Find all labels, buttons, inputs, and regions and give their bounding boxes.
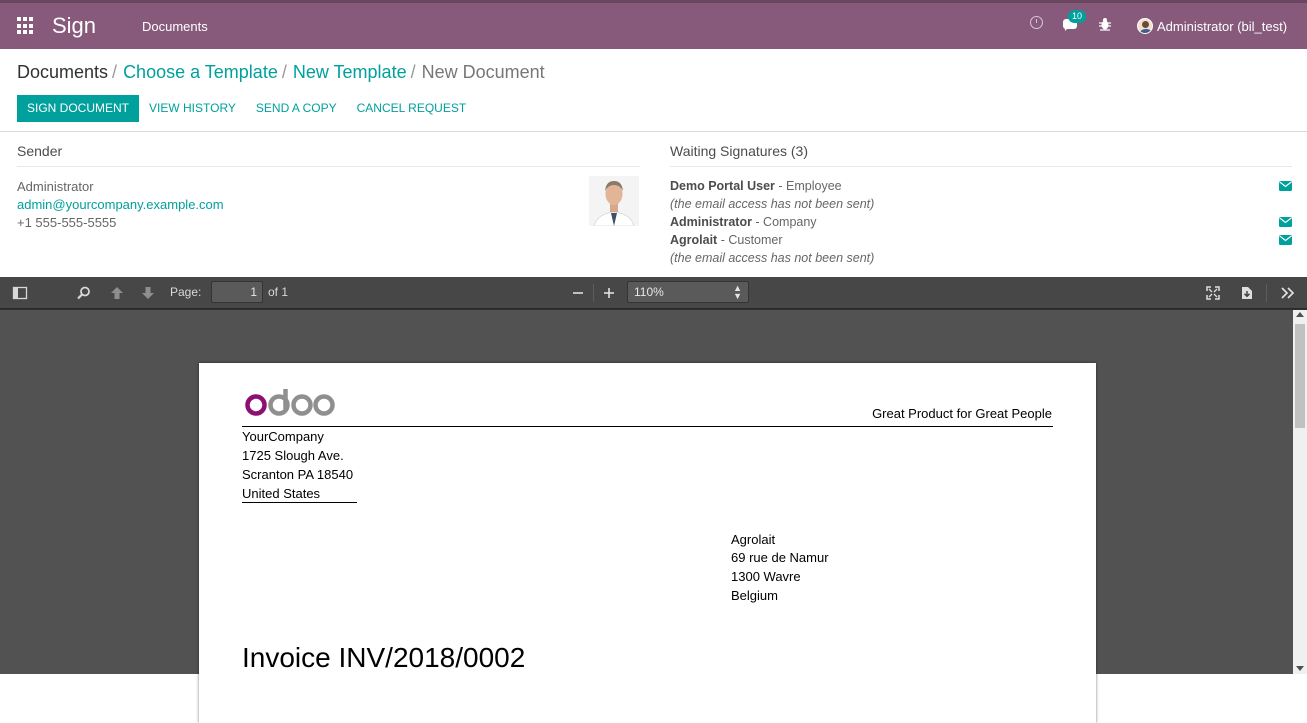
page-total: of 1	[268, 285, 289, 299]
signer-note: (the email access has not been sent)	[670, 197, 875, 211]
breadcrumb-choose-template[interactable]: Choose a Template	[123, 62, 278, 82]
breadcrumb-separator: /	[112, 62, 118, 82]
zoom-select[interactable]: 110% ▲ ▼	[627, 281, 749, 303]
company-tagline: Great Product for Great People	[872, 406, 1052, 421]
waiting-title-divider	[670, 166, 1292, 167]
scroll-thumb[interactable]	[1295, 324, 1305, 428]
search-icon[interactable]	[76, 285, 92, 301]
resend-email-icon[interactable]	[1279, 181, 1292, 191]
invoice-title: Invoice INV/2018/0002	[242, 642, 526, 673]
top-navbar: Sign Documents 10 Administrator (bil_tes…	[0, 0, 1307, 49]
tools-menu-icon[interactable]	[1280, 285, 1296, 301]
sender-email-link[interactable]: admin@yourcompany.example.com	[17, 197, 224, 212]
sender-title-divider	[17, 166, 640, 167]
toolbar-separator	[593, 284, 594, 302]
zoom-value: 110%	[634, 285, 664, 299]
sender-title: Sender	[17, 143, 63, 159]
customer-address-line: 69 rue de Namur	[731, 550, 829, 565]
sign-document-button[interactable]: SIGN DOCUMENT	[17, 95, 139, 122]
address-underline	[242, 502, 357, 503]
user-menu-name[interactable]: Administrator (bil_test)	[1157, 19, 1287, 34]
breadcrumb-documents[interactable]: Documents	[17, 62, 108, 82]
company-address-line: 1725 Slough Ave.	[242, 448, 344, 463]
scroll-down-arrow-icon[interactable]	[1296, 666, 1304, 671]
pdf-toolbar: Page: 1 of 1 110% ▲ ▼	[0, 277, 1307, 309]
signer-name: Demo Portal User	[670, 179, 775, 193]
customer-address-line: 1300 Wavre	[731, 569, 801, 584]
pdf-scroll-area[interactable]: Great Product for Great People YourCompa…	[0, 310, 1293, 723]
breadcrumb-separator: /	[281, 62, 287, 82]
menu-documents[interactable]: Documents	[142, 19, 208, 34]
breadcrumb-new-document: New Document	[421, 62, 545, 82]
signer-role: - Company	[751, 215, 817, 229]
activity-clock-icon[interactable]	[1030, 16, 1043, 29]
signer-role: - Employee	[774, 179, 842, 193]
resend-email-icon[interactable]	[1279, 235, 1292, 245]
messaging-counter-badge: 10	[1068, 10, 1086, 23]
sender-name: Administrator	[17, 179, 94, 194]
breadcrumb: Documents / Choose a Template / New Template…	[17, 62, 545, 83]
company-address-line: United States	[242, 486, 321, 501]
zoom-in-icon[interactable]	[601, 285, 617, 301]
page-number-input[interactable]: 1	[211, 281, 263, 303]
signer-name: Administrator	[670, 215, 752, 229]
cancel-request-button[interactable]: CANCEL REQUEST	[347, 95, 477, 122]
pdf-page: Great Product for Great People YourCompa…	[199, 363, 1096, 723]
company-address-line: YourCompany	[242, 429, 324, 444]
signer-row: Agrolait - Customer	[670, 233, 783, 247]
header-rule	[242, 426, 1053, 427]
signer-note: (the email access has not been sent)	[670, 251, 875, 265]
previous-page-icon[interactable]	[109, 285, 125, 301]
apps-menu-icon[interactable]	[17, 17, 35, 35]
odoo-logo	[245, 389, 335, 416]
resend-email-icon[interactable]	[1279, 217, 1292, 227]
breadcrumb-new-template[interactable]: New Template	[293, 62, 407, 82]
debug-bug-icon[interactable]	[1099, 17, 1111, 31]
sidebar-toggle-icon[interactable]	[12, 285, 28, 301]
download-icon[interactable]	[1239, 285, 1255, 301]
action-buttons: SIGN DOCUMENT VIEW HISTORY SEND A COPY C…	[17, 95, 476, 122]
next-page-icon[interactable]	[140, 285, 156, 301]
sender-avatar	[589, 176, 639, 226]
view-history-button[interactable]: VIEW HISTORY	[139, 95, 246, 122]
scroll-up-arrow-icon[interactable]	[1296, 312, 1304, 317]
signer-name: Agrolait	[670, 233, 718, 247]
toolbar-separator	[40, 284, 41, 302]
page-label: Page:	[170, 285, 202, 299]
zoom-out-icon[interactable]	[570, 285, 586, 301]
breadcrumb-separator: /	[410, 62, 416, 82]
customer-address-line: Belgium	[731, 588, 778, 603]
presentation-mode-icon[interactable]	[1205, 285, 1221, 301]
sender-phone: +1 555-555-5555	[17, 215, 117, 230]
signer-role: - Customer	[717, 233, 783, 247]
pdf-viewer: Page: 1 of 1 110% ▲ ▼ Great Product for …	[0, 277, 1307, 723]
customer-address-line: Agrolait	[731, 532, 776, 547]
pdf-scrollbar[interactable]	[1293, 310, 1307, 674]
toolbar-separator	[1266, 284, 1267, 302]
signer-row: Administrator - Company	[670, 215, 817, 229]
app-title: Sign	[52, 13, 97, 38]
control-panel-divider	[0, 131, 1307, 132]
select-arrow-icon: ▲ ▼	[733, 283, 742, 301]
signer-row: Demo Portal User - Employee	[670, 179, 842, 193]
user-avatar[interactable]	[1137, 18, 1153, 34]
send-copy-button[interactable]: SEND A COPY	[246, 95, 347, 122]
company-address-line: Scranton PA 18540	[242, 467, 354, 482]
waiting-signatures-title: Waiting Signatures (3)	[670, 143, 808, 159]
